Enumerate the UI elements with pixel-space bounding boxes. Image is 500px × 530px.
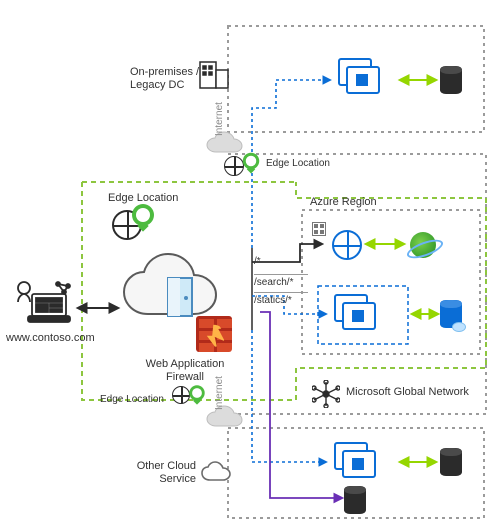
route-statics-label: /statics/*: [254, 292, 308, 306]
site-url: www.contoso.com: [6, 332, 95, 345]
label-azure-region: Azure Region: [310, 196, 377, 209]
vm-stack-icon: [338, 58, 382, 94]
cloud-outline-icon: [200, 460, 236, 484]
vm-stack-icon: [334, 294, 378, 330]
route-root-label: /*: [254, 256, 261, 267]
firewall-icon: [196, 316, 232, 352]
cloud-door-icon: [120, 252, 208, 310]
global-network-icon: [312, 380, 340, 408]
database-icon: [344, 486, 366, 514]
client-laptop-icon: [14, 278, 70, 324]
globe-icon: [332, 230, 362, 260]
label-internet-top: Internet: [214, 102, 226, 136]
internet-cloud-icon: [204, 404, 250, 434]
database-icon: [440, 300, 462, 328]
geo-pin-icon: [189, 385, 204, 400]
label-edge-bottom: Edge Location: [100, 394, 164, 406]
connectors-layer: [0, 0, 500, 530]
database-icon: [440, 66, 462, 94]
building-icon: [196, 56, 232, 92]
label-waf: Web ApplicationFirewall: [130, 358, 240, 384]
arrow-route-root: [252, 244, 322, 262]
diagram-canvas: On-premises /Legacy DC Edge Location Int…: [0, 0, 500, 530]
globe-icon: [172, 386, 190, 404]
label-edge-top: Edge Location: [266, 158, 330, 170]
resource-group-icon: [312, 222, 326, 236]
label-mgn: Microsoft Global Network: [346, 386, 469, 399]
box-azure-region: [302, 210, 480, 354]
label-other-cloud: Other CloudService: [116, 460, 196, 486]
geo-pin-icon: [132, 204, 154, 226]
internet-cloud-icon: [204, 130, 250, 160]
cosmos-icon: [410, 232, 436, 258]
database-icon: [440, 448, 462, 476]
route-search-label: /search/*: [254, 274, 308, 288]
vm-stack-icon: [334, 442, 378, 478]
